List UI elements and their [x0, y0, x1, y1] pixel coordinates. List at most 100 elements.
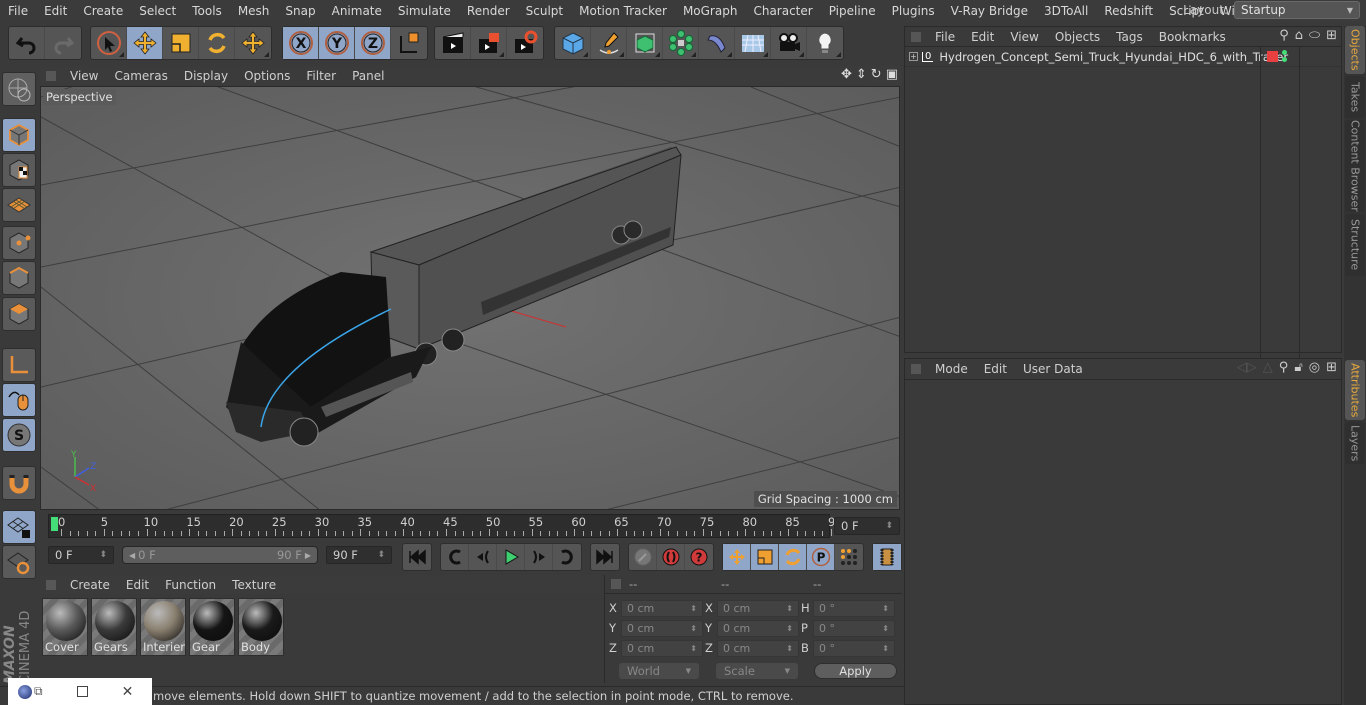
snap-button[interactable] [2, 466, 36, 500]
camera-label[interactable]: Perspective [43, 89, 116, 105]
viewport-menu-display[interactable]: Display [176, 69, 236, 83]
position-key-button[interactable] [723, 544, 751, 570]
x-axis-lock-button[interactable]: X [283, 27, 319, 59]
workplane-mode-button[interactable] [2, 188, 36, 222]
play-button[interactable] [497, 544, 525, 570]
rotation-field[interactable]: 0 ° ⬍ [813, 640, 895, 657]
tab-takes[interactable]: Takes [1345, 76, 1365, 118]
timeline-playhead[interactable] [51, 517, 58, 531]
viewport-dolly-icon[interactable]: ⇕ [856, 67, 867, 82]
menu-3dtoall[interactable]: 3DToAll [1036, 4, 1096, 18]
menu-select[interactable]: Select [131, 4, 184, 18]
go-to-end-button[interactable] [591, 544, 619, 570]
panel-grip-icon[interactable] [46, 579, 56, 590]
next-keyframe-button[interactable] [553, 544, 581, 570]
expand-icon[interactable]: + [909, 52, 918, 61]
scale-key-button[interactable] [751, 544, 779, 570]
3d-viewport[interactable]: Y Z X Perspective Grid Spacing : 1000 cm [40, 86, 900, 510]
edges-mode-button[interactable] [2, 261, 36, 295]
tab-layers[interactable]: Layers [1345, 422, 1365, 464]
point-level-animation-button[interactable] [835, 544, 863, 570]
menu-snap[interactable]: Snap [277, 4, 323, 18]
position-field[interactable]: 0 cm ⬍ [621, 600, 703, 617]
next-frame-button[interactable] [525, 544, 553, 570]
viewport-menu-cameras[interactable]: Cameras [106, 69, 175, 83]
spinner-icon[interactable]: ⬍ [786, 624, 793, 633]
search-icon[interactable]: ⚲ [1279, 360, 1289, 375]
tweak-mode-button[interactable] [2, 383, 36, 417]
objects-menu-file[interactable]: File [927, 30, 963, 44]
material-swatch[interactable]: Interier [140, 598, 186, 656]
size-field[interactable]: 0 cm ⬍ [717, 600, 799, 617]
timeline-ruler[interactable]: 051015202530354045505560657075808590 [48, 514, 843, 538]
axis-mode-button[interactable] [2, 348, 36, 382]
cube-button[interactable] [555, 27, 591, 59]
frame-range-slider[interactable]: ◀ 0 F 90 F ▶ [122, 546, 318, 564]
coordinate-system-button[interactable] [391, 27, 427, 59]
render-picture-viewer-button[interactable] [471, 27, 507, 59]
viewport-menu-options[interactable]: Options [236, 69, 298, 83]
panel-grip-icon[interactable] [911, 364, 921, 374]
spinner-icon[interactable]: ⬍ [882, 644, 889, 653]
texture-mode-button[interactable] [2, 153, 36, 187]
close-icon[interactable]: ✕ [122, 684, 134, 700]
objects-menu-view[interactable]: View [1002, 30, 1046, 44]
viewport-menu-filter[interactable]: Filter [298, 69, 344, 83]
panel-grip-icon[interactable] [611, 579, 621, 589]
layout-dropdown[interactable]: Startup ▼ [1234, 1, 1360, 19]
end-frame-field[interactable]: 90 F ⬍ [326, 546, 392, 564]
material-menu-texture[interactable]: Texture [224, 578, 284, 592]
render-visibility-dot[interactable] [1282, 57, 1287, 62]
render-settings-button[interactable] [507, 27, 543, 59]
position-field[interactable]: 0 cm ⬍ [621, 620, 703, 637]
menu-create[interactable]: Create [75, 4, 131, 18]
tab-attributes[interactable]: Attributes [1345, 360, 1365, 420]
live-selection-button[interactable] [91, 27, 127, 59]
menu-sculpt[interactable]: Sculpt [518, 4, 571, 18]
tab-structure[interactable]: Structure [1345, 214, 1365, 276]
objects-menu-edit[interactable]: Edit [963, 30, 1002, 44]
material-swatch[interactable]: Gears [91, 598, 137, 656]
autokeying-button[interactable] [657, 544, 685, 570]
spinner-icon[interactable]: ⬍ [885, 521, 893, 531]
panel-grip-icon[interactable] [911, 31, 921, 42]
planar-workplane-button[interactable] [2, 545, 36, 579]
position-field[interactable]: 0 cm ⬍ [621, 640, 703, 657]
menu-simulate[interactable]: Simulate [390, 4, 459, 18]
make-editable-button[interactable] [2, 72, 36, 106]
spinner-icon[interactable]: ⬍ [690, 644, 697, 653]
timeline-window-button[interactable] [873, 544, 901, 570]
editor-visibility-dot[interactable] [1282, 50, 1287, 55]
viewport-menu-panel[interactable]: Panel [344, 69, 392, 83]
spinner-icon[interactable]: ⬍ [690, 624, 697, 633]
rotation-key-button[interactable] [779, 544, 807, 570]
coordinate-space-dropdown[interactable]: World ▼ [619, 663, 699, 679]
layer-color-swatch[interactable] [1267, 51, 1278, 62]
viewport-orbit-icon[interactable]: ↻ [871, 67, 882, 82]
menu-animate[interactable]: Animate [324, 4, 390, 18]
keyframe-selection-button[interactable]: ? [685, 544, 713, 570]
size-field[interactable]: 0 cm ⬍ [717, 620, 799, 637]
objects-menu-bookmarks[interactable]: Bookmarks [1151, 30, 1234, 44]
spinner-icon[interactable]: ⬍ [786, 604, 793, 613]
object-name[interactable]: Hydrogen_Concept_Semi_Truck_Hyundai_HDC_… [939, 50, 1288, 64]
deformer-button[interactable] [699, 27, 735, 59]
rotation-field[interactable]: 0 ° ⬍ [813, 600, 895, 617]
material-swatch[interactable]: Cover [42, 598, 88, 656]
new-panel-icon[interactable]: ⊞ [1326, 360, 1337, 375]
attributes-menu-edit[interactable]: Edit [976, 362, 1015, 376]
polygons-mode-button[interactable] [2, 297, 36, 331]
points-mode-button[interactable] [2, 226, 36, 260]
menu-file[interactable]: File [0, 4, 36, 18]
start-frame-field[interactable]: 0 F ⬍ [48, 546, 114, 564]
material-menu-edit[interactable]: Edit [118, 578, 157, 592]
z-axis-lock-button[interactable]: Z [355, 27, 391, 59]
spinner-icon[interactable]: ⬍ [786, 644, 793, 653]
previous-keyframe-button[interactable] [441, 544, 469, 570]
menu-mograph[interactable]: MoGraph [675, 4, 746, 18]
menu-redshift[interactable]: Redshift [1096, 4, 1161, 18]
search-icon[interactable]: ⚲ [1279, 28, 1289, 43]
locked-workplane-button[interactable] [2, 510, 36, 544]
material-menu-function[interactable]: Function [157, 578, 224, 592]
range-left-arrow-icon[interactable]: ◀ [129, 551, 135, 560]
